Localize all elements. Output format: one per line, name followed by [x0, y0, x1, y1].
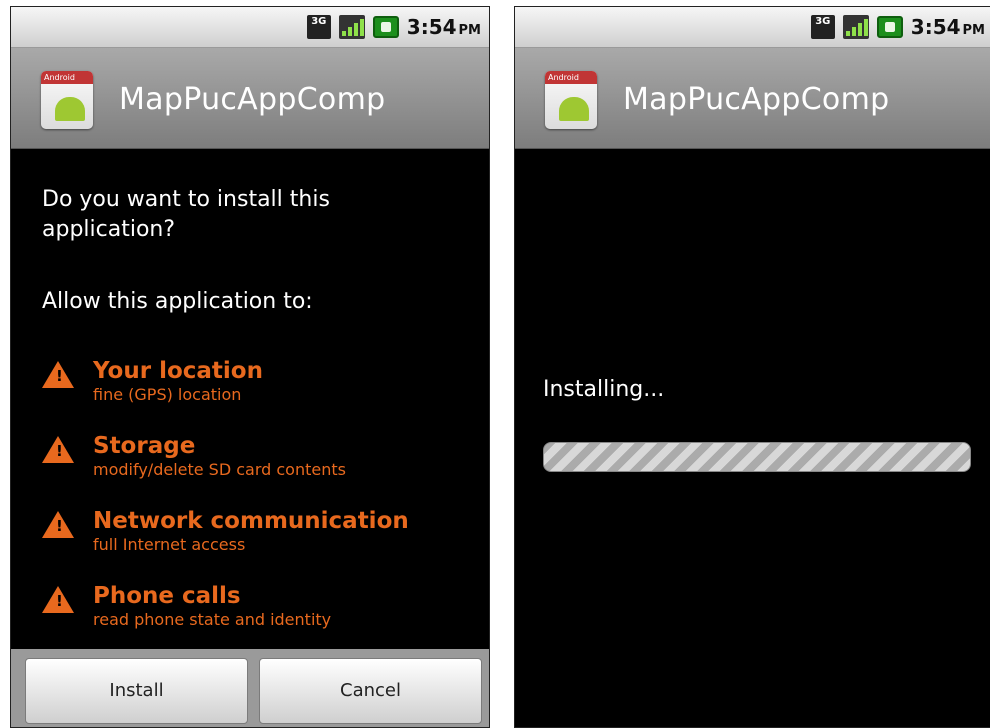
signal-icon [842, 15, 869, 39]
clock: 3:54 PM [406, 15, 481, 39]
permission-list: ! Your location fine (GPS) location ! St… [42, 355, 479, 655]
permission-title: Your location [93, 358, 263, 384]
permission-item: ! Storage modify/delete SD card contents [42, 432, 479, 505]
cancel-button[interactable]: Cancel [259, 658, 482, 724]
status-bar: 3G 3:54 PM [11, 7, 489, 48]
button-bar: Install Cancel [11, 649, 489, 727]
permission-item: ! Network communication full Internet ac… [42, 507, 479, 580]
install-content: Do you want to install this application?… [11, 149, 489, 727]
app-title: MapPucAppComp [119, 82, 386, 117]
title-bar: Android MapPucAppComp [11, 48, 489, 149]
battery-icon [876, 16, 903, 38]
android-app-icon: Android [41, 71, 93, 129]
warning-icon: ! [42, 436, 74, 463]
permission-item: ! Phone calls read phone state and ident… [42, 582, 479, 655]
app-title: MapPucAppComp [623, 82, 890, 117]
installing-screen: 3G 3:54 PM Android MapPucAppComp Installi… [514, 6, 990, 728]
title-bar: Android MapPucAppComp [515, 48, 990, 149]
permission-desc: read phone state and identity [93, 610, 332, 629]
install-button[interactable]: Install [25, 658, 248, 724]
android-app-icon: Android [545, 71, 597, 129]
3g-icon: 3G [810, 15, 835, 39]
permission-title: Network communication [93, 508, 409, 534]
permission-desc: fine (GPS) location [93, 385, 242, 404]
installing-content: Installing... [515, 149, 990, 727]
permission-desc: full Internet access [93, 535, 246, 554]
permission-title: Phone calls [93, 583, 241, 609]
installing-label: Installing... [543, 377, 665, 402]
battery-icon [372, 16, 399, 38]
clock: 3:54 PM [910, 15, 985, 39]
install-question: Do you want to install this application? [42, 187, 330, 242]
warning-icon: ! [42, 361, 74, 388]
install-prompt-screen: 3G 3:54 PM Android MapPucAppComp Do you w… [10, 6, 490, 728]
warning-icon: ! [42, 511, 74, 538]
signal-icon [338, 15, 365, 39]
status-bar: 3G 3:54 PM [515, 7, 990, 48]
permission-desc: modify/delete SD card contents [93, 460, 346, 479]
3g-icon: 3G [306, 15, 331, 39]
permission-item: ! Your location fine (GPS) location [42, 357, 479, 430]
install-progress-bar [543, 442, 971, 472]
warning-icon: ! [42, 586, 74, 613]
permission-title: Storage [93, 433, 196, 459]
allow-heading: Allow this application to: [42, 289, 313, 314]
